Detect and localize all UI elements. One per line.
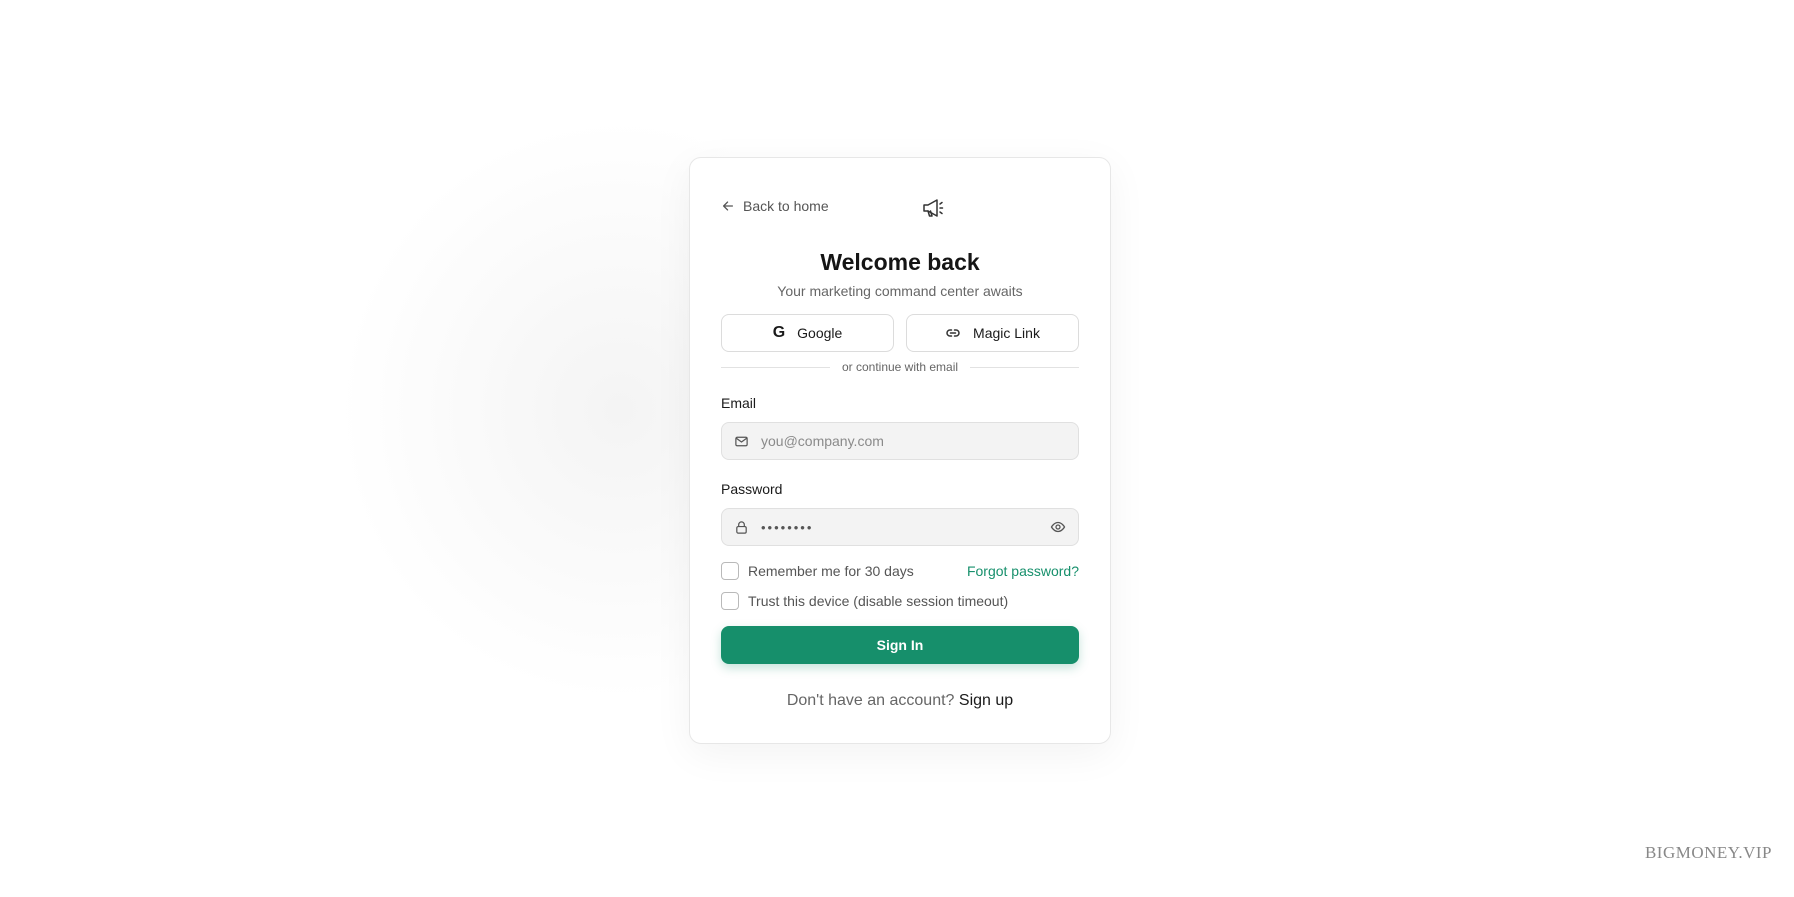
magic-link-button[interactable]: Magic Link <box>906 314 1079 352</box>
megaphone-icon <box>923 199 944 217</box>
arrow-left-icon <box>722 201 734 211</box>
signup-prompt: Don't have an account? Sign up <box>721 692 1079 710</box>
page-title: Welcome back <box>820 249 980 275</box>
divider-text: or continue with email <box>841 360 959 374</box>
email-field-wrapper <box>721 422 1079 460</box>
email-label: Email <box>721 395 757 411</box>
link-icon <box>946 329 960 337</box>
divider-line-left <box>721 366 830 368</box>
login-card: Back to home Welcome back Your marketing… <box>689 157 1111 744</box>
magic-link-button-label: Magic Link <box>973 325 1040 341</box>
trust-device-label: Trust this device (disable session timeo… <box>748 593 1009 609</box>
eye-icon[interactable] <box>1050 519 1066 535</box>
divider-line-right <box>970 366 1079 368</box>
sign-in-button[interactable]: Sign In <box>721 626 1079 664</box>
password-input[interactable] <box>761 519 1050 535</box>
sign-up-link[interactable]: Sign up <box>959 692 1013 709</box>
remember-label: Remember me for 30 days <box>748 563 914 579</box>
google-icon: G <box>772 324 786 341</box>
google-button-label: Google <box>797 325 843 341</box>
trust-device-checkbox[interactable] <box>721 592 739 610</box>
watermark: BIGMONEY.VIP <box>1644 843 1772 862</box>
lock-icon <box>736 520 747 534</box>
mail-icon <box>735 436 748 446</box>
card-header: Back to home <box>721 158 1079 250</box>
back-to-home-label: Back to home <box>743 198 829 214</box>
email-input[interactable] <box>761 433 1066 449</box>
forgot-password-link[interactable]: Forgot password? <box>967 563 1079 579</box>
remember-checkbox[interactable] <box>721 562 739 580</box>
password-label: Password <box>721 481 783 497</box>
remember-row: Remember me for 30 days Forgot password? <box>721 562 1079 580</box>
oauth-buttons: G Google Magic Link <box>721 314 1079 352</box>
google-signin-button[interactable]: G Google <box>721 314 894 352</box>
trust-device-row: Trust this device (disable session timeo… <box>721 592 1079 610</box>
password-field-wrapper <box>721 508 1079 546</box>
remember-option: Remember me for 30 days <box>721 562 914 580</box>
divider: or continue with email <box>721 360 1079 374</box>
signup-prompt-text: Don't have an account? <box>786 692 955 709</box>
trust-device-option: Trust this device (disable session timeo… <box>721 592 1008 610</box>
page-subtitle: Your marketing command center awaits <box>777 283 1023 299</box>
back-to-home-link[interactable]: Back to home <box>721 198 829 214</box>
